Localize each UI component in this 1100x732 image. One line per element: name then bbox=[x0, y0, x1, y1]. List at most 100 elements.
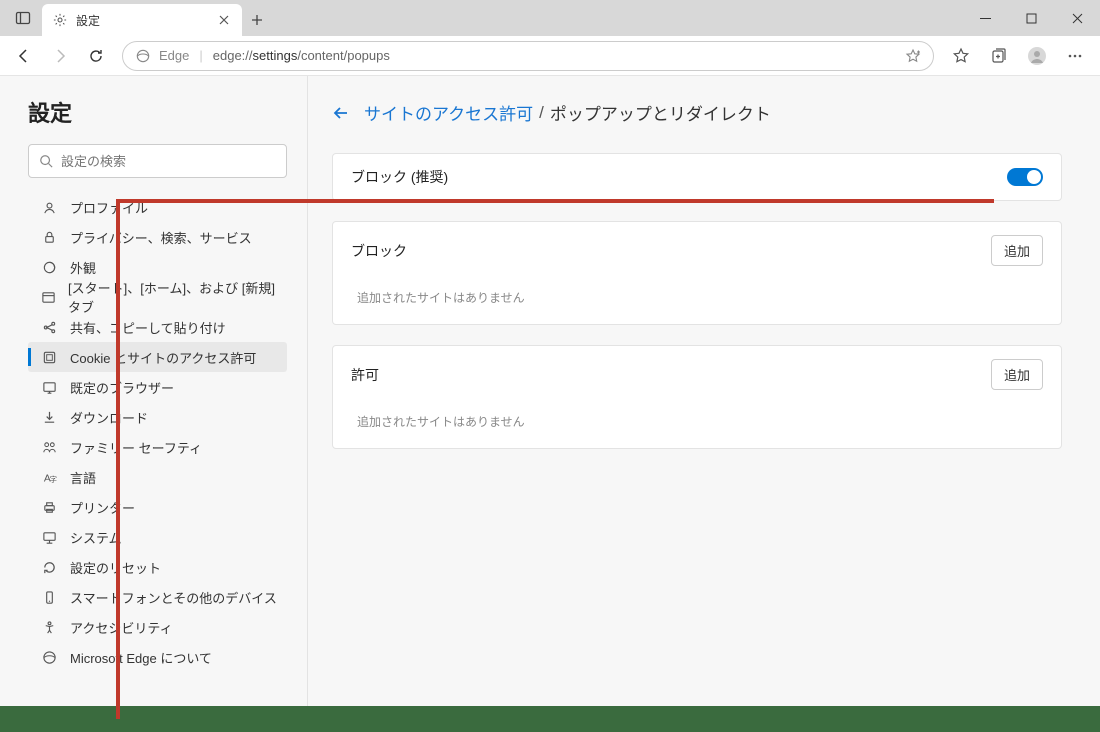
search-icon bbox=[39, 154, 53, 168]
sidebar-item-label: ファミリー セーフティ bbox=[70, 438, 202, 457]
sidebar-item-label: プライバシー、検索、サービス bbox=[70, 228, 252, 247]
sidebar-item-reset[interactable]: 設定のリセット bbox=[28, 552, 287, 582]
sidebar-item-label: [スタート]、[ホーム]、および [新規] タブ bbox=[68, 278, 279, 316]
sidebar-item-phone[interactable]: スマートフォンとその他のデバイス bbox=[28, 582, 287, 612]
address-bar[interactable]: Edge | edge://settings/content/popups bbox=[122, 41, 934, 71]
cookie-icon bbox=[40, 348, 58, 366]
profile-nav-icon bbox=[40, 198, 58, 216]
allow-list-card: 許可 追加 追加されたサイトはありません bbox=[332, 345, 1062, 449]
block-empty-text: 追加されたサイトはありません bbox=[333, 279, 1061, 324]
content-area: 設定 プロファイル プライバシー、検索、サービス 外観 [スタート]、[ホーム]… bbox=[0, 76, 1100, 706]
breadcrumb-link[interactable]: サイトのアクセス許可 bbox=[364, 100, 533, 125]
allow-add-button[interactable]: 追加 bbox=[991, 359, 1043, 390]
collections-icon[interactable] bbox=[982, 40, 1016, 72]
edge-logo-icon bbox=[135, 48, 151, 64]
settings-nav: プロファイル プライバシー、検索、サービス 外観 [スタート]、[ホーム]、およ… bbox=[28, 192, 287, 672]
sidebar-item-about[interactable]: Microsoft Edge について bbox=[28, 642, 287, 672]
browser-icon bbox=[40, 378, 58, 396]
block-recommended-label: ブロック (推奨) bbox=[351, 167, 448, 187]
sidebar-item-label: 既定のブラウザー bbox=[70, 378, 174, 397]
sidebar-item-label: 言語 bbox=[70, 468, 96, 487]
allow-section-label: 許可 bbox=[351, 365, 379, 385]
sidebar-item-label: ダウンロード bbox=[70, 408, 148, 427]
settings-search[interactable] bbox=[28, 144, 287, 178]
favorite-star-icon[interactable] bbox=[905, 48, 921, 64]
forward-button[interactable] bbox=[44, 40, 76, 72]
sidebar-item-languages[interactable]: A字言語 bbox=[28, 462, 287, 492]
tab-actions-icon[interactable] bbox=[8, 3, 38, 33]
breadcrumb-separator: / bbox=[539, 103, 544, 123]
maximize-button[interactable] bbox=[1008, 0, 1054, 36]
url-separator: | bbox=[199, 48, 202, 63]
main-panel: サイトのアクセス許可 / ポップアップとリダイレクト ブロック (推奨) ブロッ… bbox=[308, 76, 1100, 706]
gear-icon bbox=[52, 12, 68, 28]
phone-icon bbox=[40, 588, 58, 606]
close-icon[interactable] bbox=[216, 12, 232, 28]
sidebar-item-label: Microsoft Edge について bbox=[70, 648, 212, 667]
back-button[interactable] bbox=[8, 40, 40, 72]
settings-sidebar: 設定 プロファイル プライバシー、検索、サービス 外観 [スタート]、[ホーム]… bbox=[0, 76, 308, 706]
url-edge-label: Edge bbox=[159, 48, 189, 63]
annotation-line-horizontal bbox=[116, 199, 994, 203]
appearance-icon bbox=[40, 258, 58, 276]
sidebar-item-privacy[interactable]: プライバシー、検索、サービス bbox=[28, 222, 287, 252]
sidebar-item-label: Cookie とサイトのアクセス許可 bbox=[70, 348, 256, 367]
sidebar-item-family[interactable]: ファミリー セーフティ bbox=[28, 432, 287, 462]
window-controls bbox=[962, 0, 1100, 36]
system-icon bbox=[40, 528, 58, 546]
sidebar-item-default-browser[interactable]: 既定のブラウザー bbox=[28, 372, 287, 402]
block-list-card: ブロック 追加 追加されたサイトはありません bbox=[332, 221, 1062, 325]
lock-icon bbox=[40, 228, 58, 246]
breadcrumb: サイトのアクセス許可 / ポップアップとリダイレクト bbox=[332, 100, 1062, 125]
annotation-line-vertical bbox=[116, 199, 120, 719]
refresh-button[interactable] bbox=[80, 40, 112, 72]
sidebar-item-label: アクセシビリティ bbox=[70, 618, 173, 637]
sidebar-item-printers[interactable]: プリンター bbox=[28, 492, 287, 522]
bottom-bar bbox=[0, 706, 1100, 732]
sidebar-item-label: プリンター bbox=[70, 498, 135, 517]
sidebar-item-profile[interactable]: プロファイル bbox=[28, 192, 287, 222]
edge-about-icon bbox=[40, 648, 58, 666]
favorites-icon[interactable] bbox=[944, 40, 978, 72]
tab-title: 設定 bbox=[76, 12, 216, 29]
sidebar-item-system[interactable]: システム bbox=[28, 522, 287, 552]
accessibility-icon bbox=[40, 618, 58, 636]
browser-toolbar: Edge | edge://settings/content/popups bbox=[0, 36, 1100, 76]
share-icon bbox=[40, 318, 58, 336]
download-icon bbox=[40, 408, 58, 426]
breadcrumb-back-icon[interactable] bbox=[332, 104, 350, 122]
block-recommended-card: ブロック (推奨) bbox=[332, 153, 1062, 201]
svg-text:字: 字 bbox=[49, 474, 57, 484]
family-icon bbox=[40, 438, 58, 456]
sidebar-item-cookies[interactable]: Cookie とサイトのアクセス許可 bbox=[28, 342, 287, 372]
block-section-label: ブロック bbox=[351, 241, 407, 261]
sidebar-item-start[interactable]: [スタート]、[ホーム]、および [新規] タブ bbox=[28, 282, 287, 312]
browser-tab[interactable]: 設定 bbox=[42, 4, 242, 36]
allow-empty-text: 追加されたサイトはありません bbox=[333, 403, 1061, 448]
sidebar-item-label: システム bbox=[70, 528, 122, 547]
minimize-button[interactable] bbox=[962, 0, 1008, 36]
sidebar-item-accessibility[interactable]: アクセシビリティ bbox=[28, 612, 287, 642]
sidebar-item-label: スマートフォンとその他のデバイス bbox=[70, 588, 277, 607]
breadcrumb-current: ポップアップとリダイレクト bbox=[550, 100, 771, 125]
new-tab-button[interactable] bbox=[242, 14, 272, 26]
reset-icon bbox=[40, 558, 58, 576]
url-text: edge://settings/content/popups bbox=[213, 48, 390, 63]
block-add-button[interactable]: 追加 bbox=[991, 235, 1043, 266]
close-window-button[interactable] bbox=[1054, 0, 1100, 36]
profile-icon[interactable] bbox=[1020, 40, 1054, 72]
block-toggle[interactable] bbox=[1007, 168, 1043, 186]
settings-title: 設定 bbox=[28, 96, 287, 128]
sidebar-item-label: 共有、コピーして貼り付け bbox=[70, 318, 226, 337]
search-input[interactable] bbox=[61, 154, 276, 169]
titlebar-left: 設定 bbox=[0, 0, 272, 36]
sidebar-item-share[interactable]: 共有、コピーして貼り付け bbox=[28, 312, 287, 342]
more-icon[interactable] bbox=[1058, 40, 1092, 72]
title-bar: 設定 bbox=[0, 0, 1100, 36]
sidebar-item-label: 外観 bbox=[70, 258, 96, 277]
sidebar-item-downloads[interactable]: ダウンロード bbox=[28, 402, 287, 432]
language-icon: A字 bbox=[40, 468, 58, 486]
titlebar-drag-area bbox=[272, 0, 962, 36]
printer-icon bbox=[40, 498, 58, 516]
tab-icon bbox=[40, 288, 56, 306]
